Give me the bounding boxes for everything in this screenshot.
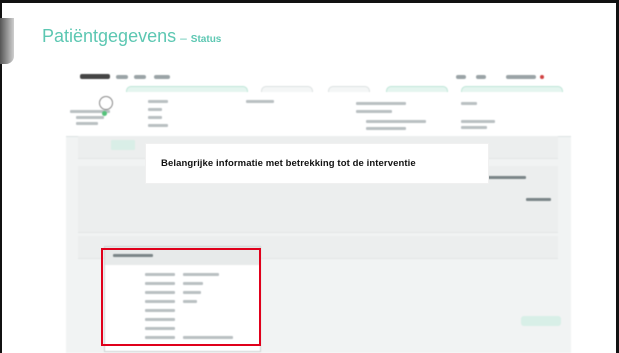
nav-item <box>476 75 486 79</box>
patient-field <box>366 120 426 123</box>
annotation-callout: Belangrijke informatie met betrekking to… <box>146 144 488 183</box>
status-dot-icon <box>102 111 107 116</box>
nav-item <box>154 75 170 79</box>
slide-title: Patiëntgegevens – Status <box>42 26 221 47</box>
patient-field <box>366 127 406 130</box>
nav-item <box>116 75 128 79</box>
patient-field <box>461 102 477 105</box>
action-button <box>521 316 561 326</box>
content-row <box>78 188 558 211</box>
content-row <box>78 210 558 233</box>
slide-tab-marker <box>0 18 14 64</box>
app-logo <box>80 74 110 79</box>
highlight-box <box>101 248 261 346</box>
page-title: Patiëntgegevens <box>42 26 177 46</box>
nav-item <box>456 75 466 79</box>
nav-item <box>134 75 146 79</box>
patient-field <box>148 124 168 127</box>
patient-field <box>356 102 406 105</box>
user-avatar-icon <box>99 96 113 110</box>
patient-field <box>76 116 104 119</box>
patient-field <box>148 108 162 111</box>
alert-icon <box>540 75 544 79</box>
tab-chip <box>111 140 135 150</box>
patient-field <box>148 116 162 119</box>
callout-text: Belangrijke informatie met betrekking to… <box>161 158 416 169</box>
patient-field <box>356 110 392 113</box>
patient-strip <box>66 92 571 137</box>
patient-field <box>461 120 495 123</box>
page-subtitle: Status <box>190 34 222 45</box>
patient-field <box>76 122 98 125</box>
nav-item <box>506 75 536 79</box>
patient-field <box>148 100 168 103</box>
patient-field <box>246 100 274 103</box>
title-separator: – <box>180 31 187 45</box>
row-value <box>526 198 551 201</box>
patient-field <box>461 126 487 129</box>
